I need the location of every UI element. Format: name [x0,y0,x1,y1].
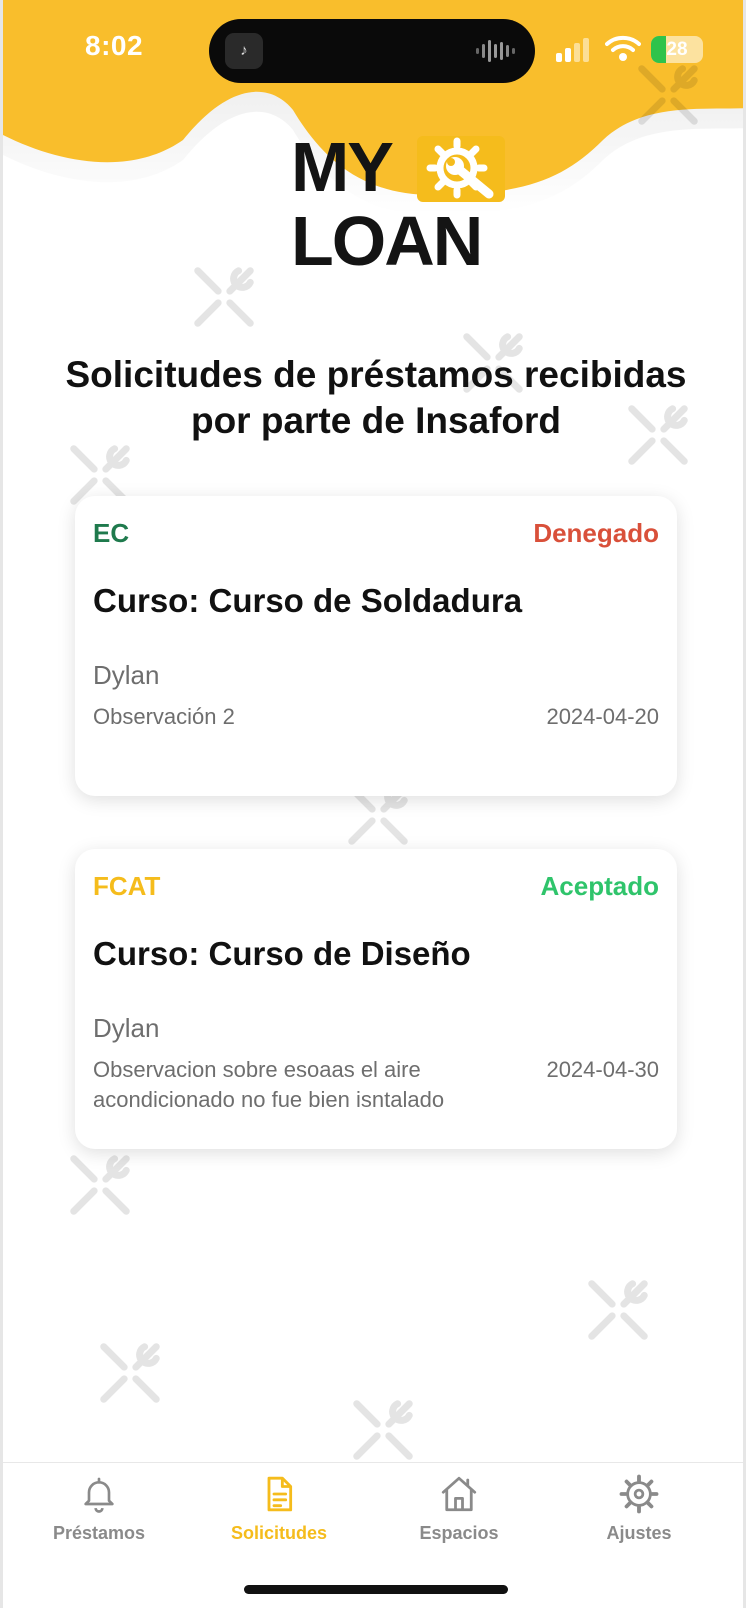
course-title: Curso: Curso de Diseño [93,935,471,972]
observation-text: Observación 2 [93,704,235,729]
house-icon [441,1476,477,1512]
faculty-code: EC [93,518,130,548]
tab-solicitudes[interactable]: Solicitudes [209,1473,349,1563]
home-indicator[interactable] [244,1585,508,1594]
document-icon [267,1476,293,1512]
status-badge: Aceptado [540,871,659,901]
logo-text-my: MY [291,128,394,206]
request-card[interactable]: FCAT Aceptado Curso: Curso de Diseño Dyl… [75,849,677,1149]
status-badge: Denegado [533,518,659,548]
battery-indicator: 28 [651,36,703,63]
page-title: Solicitudes de préstamos recibidas por p… [65,354,687,441]
logo-text-loan: LOAN [291,202,483,280]
tab-label: Solicitudes [230,1523,328,1543]
tab-label: Préstamos [52,1523,146,1543]
app-screen: 8:02 ♪ 28 MY LOAN Solicitudes de préstam… [0,0,746,1608]
tab-label: Ajustes [606,1523,672,1543]
faculty-code: FCAT [93,871,161,901]
wrench-decoration-icon [588,1280,648,1340]
wrench-decoration-icon [70,1155,130,1215]
cellular-signal-icon [556,38,589,62]
tab-label: Espacios [419,1523,499,1543]
app-logo: MY LOAN [291,132,511,282]
requester-name: Dylan [93,1013,160,1043]
wrench-decoration-icon [100,1343,160,1403]
tab-prestamos[interactable]: Préstamos [29,1473,169,1563]
observation-text: Observacion sobre esoaas el aire acondic… [93,1057,445,1112]
bell-icon [84,1477,114,1513]
gear-wrench-logo-icon [417,136,505,202]
gear-icon [619,1474,659,1514]
status-time: 8:02 [85,30,144,61]
wrench-decoration-icon [194,267,254,327]
tab-ajustes[interactable]: Ajustes [569,1473,709,1563]
battery-percentage: 28 [666,39,688,60]
request-card[interactable]: EC Denegado Curso: Curso de Soldadura Dy… [75,496,677,796]
request-date: 2024-04-20 [546,704,659,729]
requester-name: Dylan [93,660,160,690]
request-date: 2024-04-30 [546,1057,659,1082]
dynamic-island[interactable]: ♪ [209,19,535,83]
wrench-decoration-icon [353,1400,413,1460]
tab-espacios[interactable]: Espacios [389,1473,529,1563]
wrench-decoration-icon [638,65,698,125]
audio-waveform-icon [476,40,515,62]
course-title: Curso: Curso de Soldadura [93,582,523,619]
music-app-icon: ♪ [225,33,263,69]
wifi-icon [605,35,641,61]
